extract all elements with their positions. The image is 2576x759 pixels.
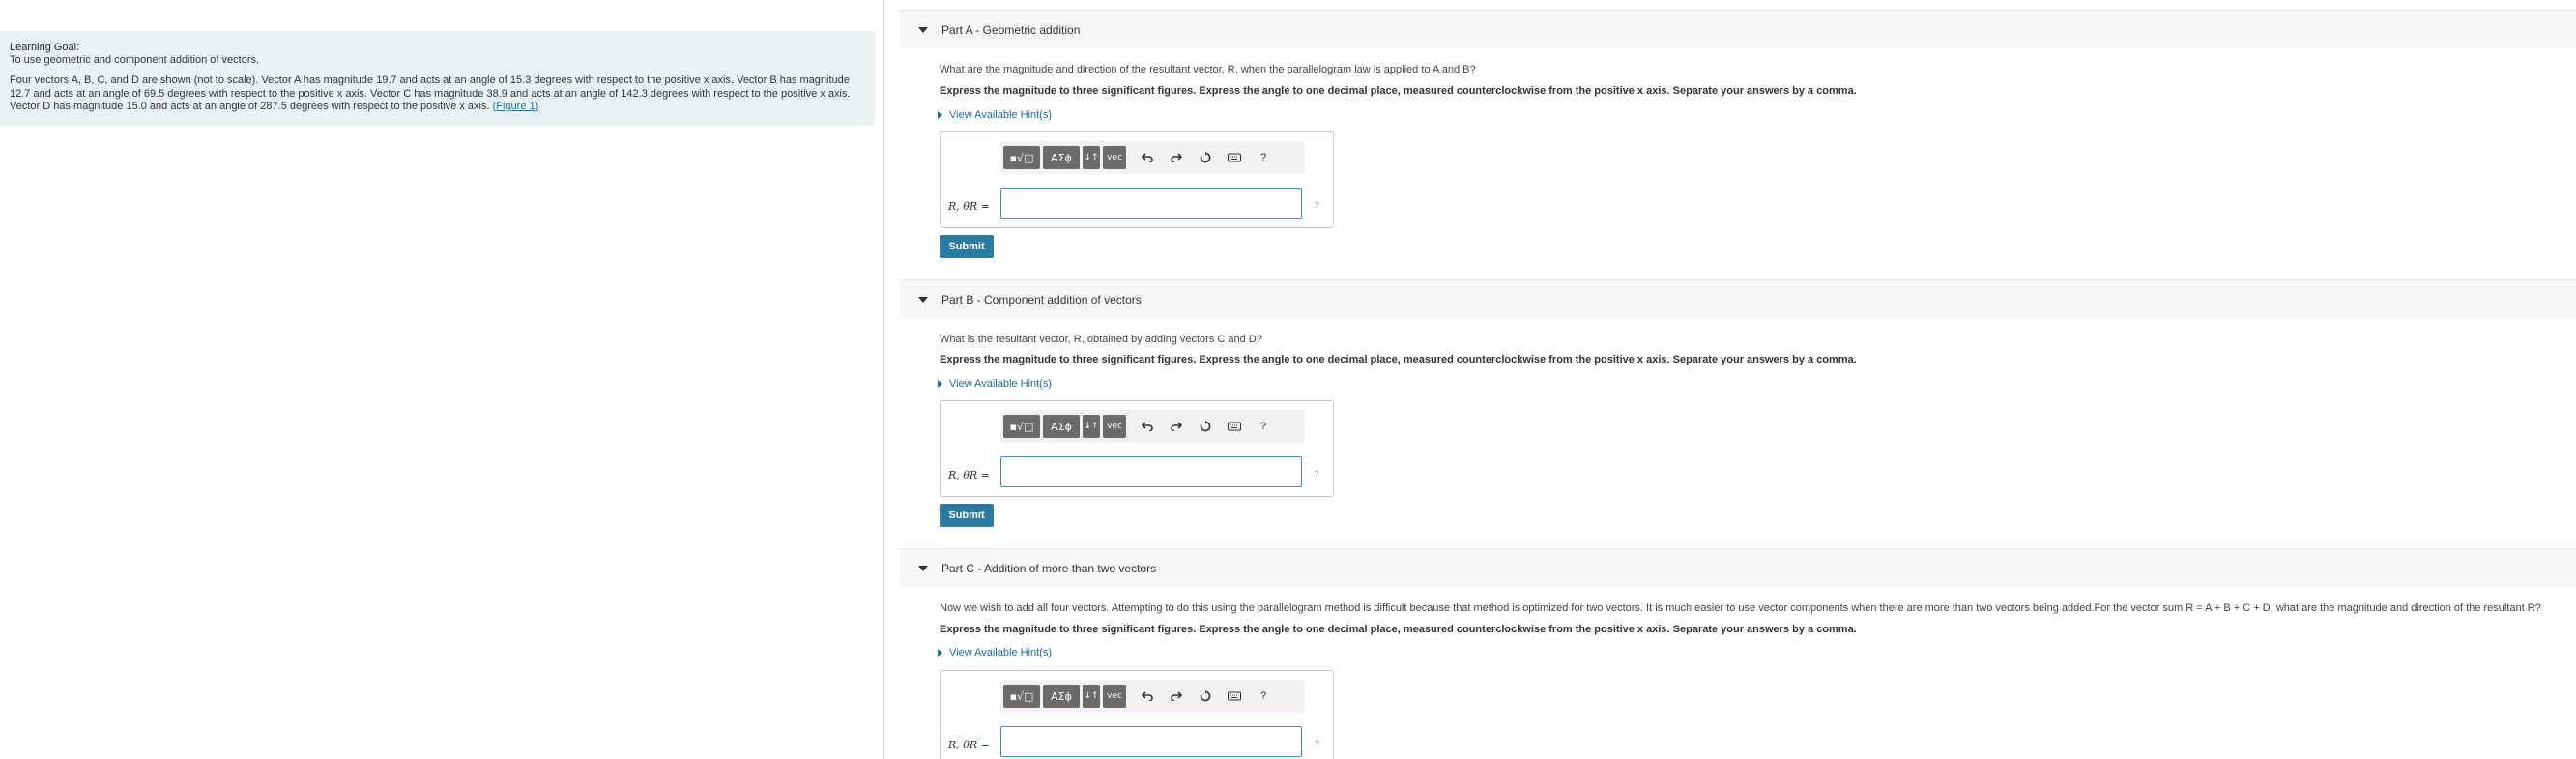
- answer-label: R, θR =: [948, 469, 990, 482]
- parts-panel: Part A - Geometric addition What are the…: [899, 0, 2576, 759]
- undo-icon[interactable]: [1137, 685, 1158, 708]
- hint-label: View Available Hint(s): [949, 378, 1052, 390]
- learning-goal-title: Learning Goal:: [10, 42, 80, 53]
- subscript-superscript-button[interactable]: ↓↑: [1083, 415, 1100, 438]
- undo-icon[interactable]: [1137, 146, 1158, 169]
- expand-triangle-icon: [938, 380, 942, 388]
- goal-text-line-1: Four vectors A, B, C, and D are shown (n…: [10, 74, 850, 86]
- learning-goal-text: Four vectors A, B, C, and D are shown (n…: [10, 74, 865, 114]
- part-b-answer-input[interactable]: [1000, 456, 1302, 487]
- templates-button[interactable]: ▪√□: [1003, 415, 1040, 438]
- part-c-answer-box: ▪√□ AΣϕ ↓↑ vec ? R, θR = .?: [940, 670, 1334, 759]
- part-c-question: Now we wish to add all four vectors. Att…: [940, 602, 2541, 614]
- keyboard-icon[interactable]: [1224, 685, 1245, 708]
- goal-text-line-3: Vector D has magnitude 15.0 and acts at …: [10, 101, 490, 112]
- templates-button[interactable]: ▪√□: [1003, 685, 1040, 708]
- hint-label: View Available Hint(s): [949, 647, 1052, 658]
- learning-goal-subtitle: To use geometric and component addition …: [10, 54, 260, 66]
- part-b-title: Part B - Component addition of vectors: [941, 292, 1142, 307]
- part-a-title: Part A - Geometric addition: [941, 22, 1081, 37]
- goal-text-line-2: 12.7 and acts at an angle of 69.5 degree…: [10, 87, 851, 100]
- math-toolbar: ▪√□ AΣϕ ↓↑ vec ?: [1000, 410, 1305, 443]
- symbols-button[interactable]: AΣϕ: [1043, 685, 1080, 708]
- resize-handle-icon[interactable]: .?: [1312, 739, 1319, 748]
- part-b-answer-box: ▪√□ AΣϕ ↓↑ vec ? R, θR = .?: [940, 400, 1334, 497]
- keyboard-icon[interactable]: [1224, 146, 1245, 169]
- symbols-button[interactable]: AΣϕ: [1043, 146, 1080, 169]
- part-a-submit-button[interactable]: Submit: [940, 235, 994, 258]
- symbols-button[interactable]: AΣϕ: [1043, 415, 1080, 438]
- collapse-caret-icon[interactable]: [918, 26, 928, 33]
- part-a-question: What are the magnitude and direction of …: [940, 64, 1476, 75]
- expand-triangle-icon: [938, 649, 942, 657]
- answer-label: R, θR =: [948, 200, 990, 213]
- learning-goal-box: Learning Goal: To use geometric and comp…: [0, 31, 875, 126]
- vector-button[interactable]: vec: [1103, 415, 1126, 438]
- expand-triangle-icon: [938, 111, 942, 119]
- redo-icon[interactable]: [1166, 685, 1187, 708]
- figure-1-link[interactable]: (Figure 1): [493, 101, 539, 112]
- keyboard-icon[interactable]: [1224, 415, 1245, 438]
- resize-handle-icon[interactable]: .?: [1312, 469, 1319, 479]
- part-c-instruction: Express the magnitude to three significa…: [940, 624, 1857, 635]
- part-a-header[interactable]: Part A - Geometric addition: [899, 10, 2576, 48]
- help-icon[interactable]: ?: [1253, 415, 1274, 438]
- part-a-instruction: Express the magnitude to three significa…: [940, 85, 1857, 97]
- hint-label: View Available Hint(s): [949, 109, 1052, 121]
- collapse-caret-icon[interactable]: [918, 565, 928, 571]
- part-c-title: Part C - Addition of more than two vecto…: [941, 561, 1157, 575]
- part-c-answer-input[interactable]: [1000, 726, 1302, 757]
- part-b-instruction: Express the magnitude to three significa…: [940, 354, 1857, 365]
- redo-icon[interactable]: [1166, 415, 1187, 438]
- undo-icon[interactable]: [1137, 415, 1158, 438]
- help-icon[interactable]: ?: [1253, 146, 1274, 169]
- part-b-question: What is the resultant vector, R, obtaine…: [940, 334, 1262, 345]
- help-icon[interactable]: ?: [1253, 685, 1274, 708]
- reset-icon[interactable]: [1195, 415, 1216, 438]
- templates-button[interactable]: ▪√□: [1003, 146, 1040, 169]
- part-a-answer-box: ▪√□ AΣϕ ↓↑ vec ? R, θR = .?: [940, 131, 1334, 228]
- resize-handle-icon[interactable]: .?: [1312, 200, 1319, 210]
- vector-button[interactable]: vec: [1103, 146, 1126, 169]
- part-b-submit-button[interactable]: Submit: [940, 504, 994, 527]
- problem-intro-panel: Learning Goal: To use geometric and comp…: [0, 0, 884, 759]
- part-c-hint-link[interactable]: View Available Hint(s): [938, 647, 1052, 658]
- redo-icon[interactable]: [1166, 146, 1187, 169]
- subscript-superscript-button[interactable]: ↓↑: [1083, 146, 1100, 169]
- math-toolbar: ▪√□ AΣϕ ↓↑ vec ?: [1000, 680, 1305, 713]
- reset-icon[interactable]: [1195, 146, 1216, 169]
- subscript-superscript-button[interactable]: ↓↑: [1083, 685, 1100, 708]
- reset-icon[interactable]: [1195, 685, 1216, 708]
- part-a-hint-link[interactable]: View Available Hint(s): [938, 109, 1052, 121]
- part-a-answer-input[interactable]: [1000, 188, 1302, 219]
- part-c-header[interactable]: Part C - Addition of more than two vecto…: [899, 548, 2576, 587]
- collapse-caret-icon[interactable]: [918, 296, 928, 303]
- vector-button[interactable]: vec: [1103, 685, 1126, 708]
- math-toolbar: ▪√□ AΣϕ ↓↑ vec ?: [1000, 141, 1305, 174]
- part-b-header[interactable]: Part B - Component addition of vectors: [899, 279, 2576, 318]
- part-b-hint-link[interactable]: View Available Hint(s): [938, 378, 1052, 390]
- answer-label: R, θR =: [948, 739, 990, 751]
